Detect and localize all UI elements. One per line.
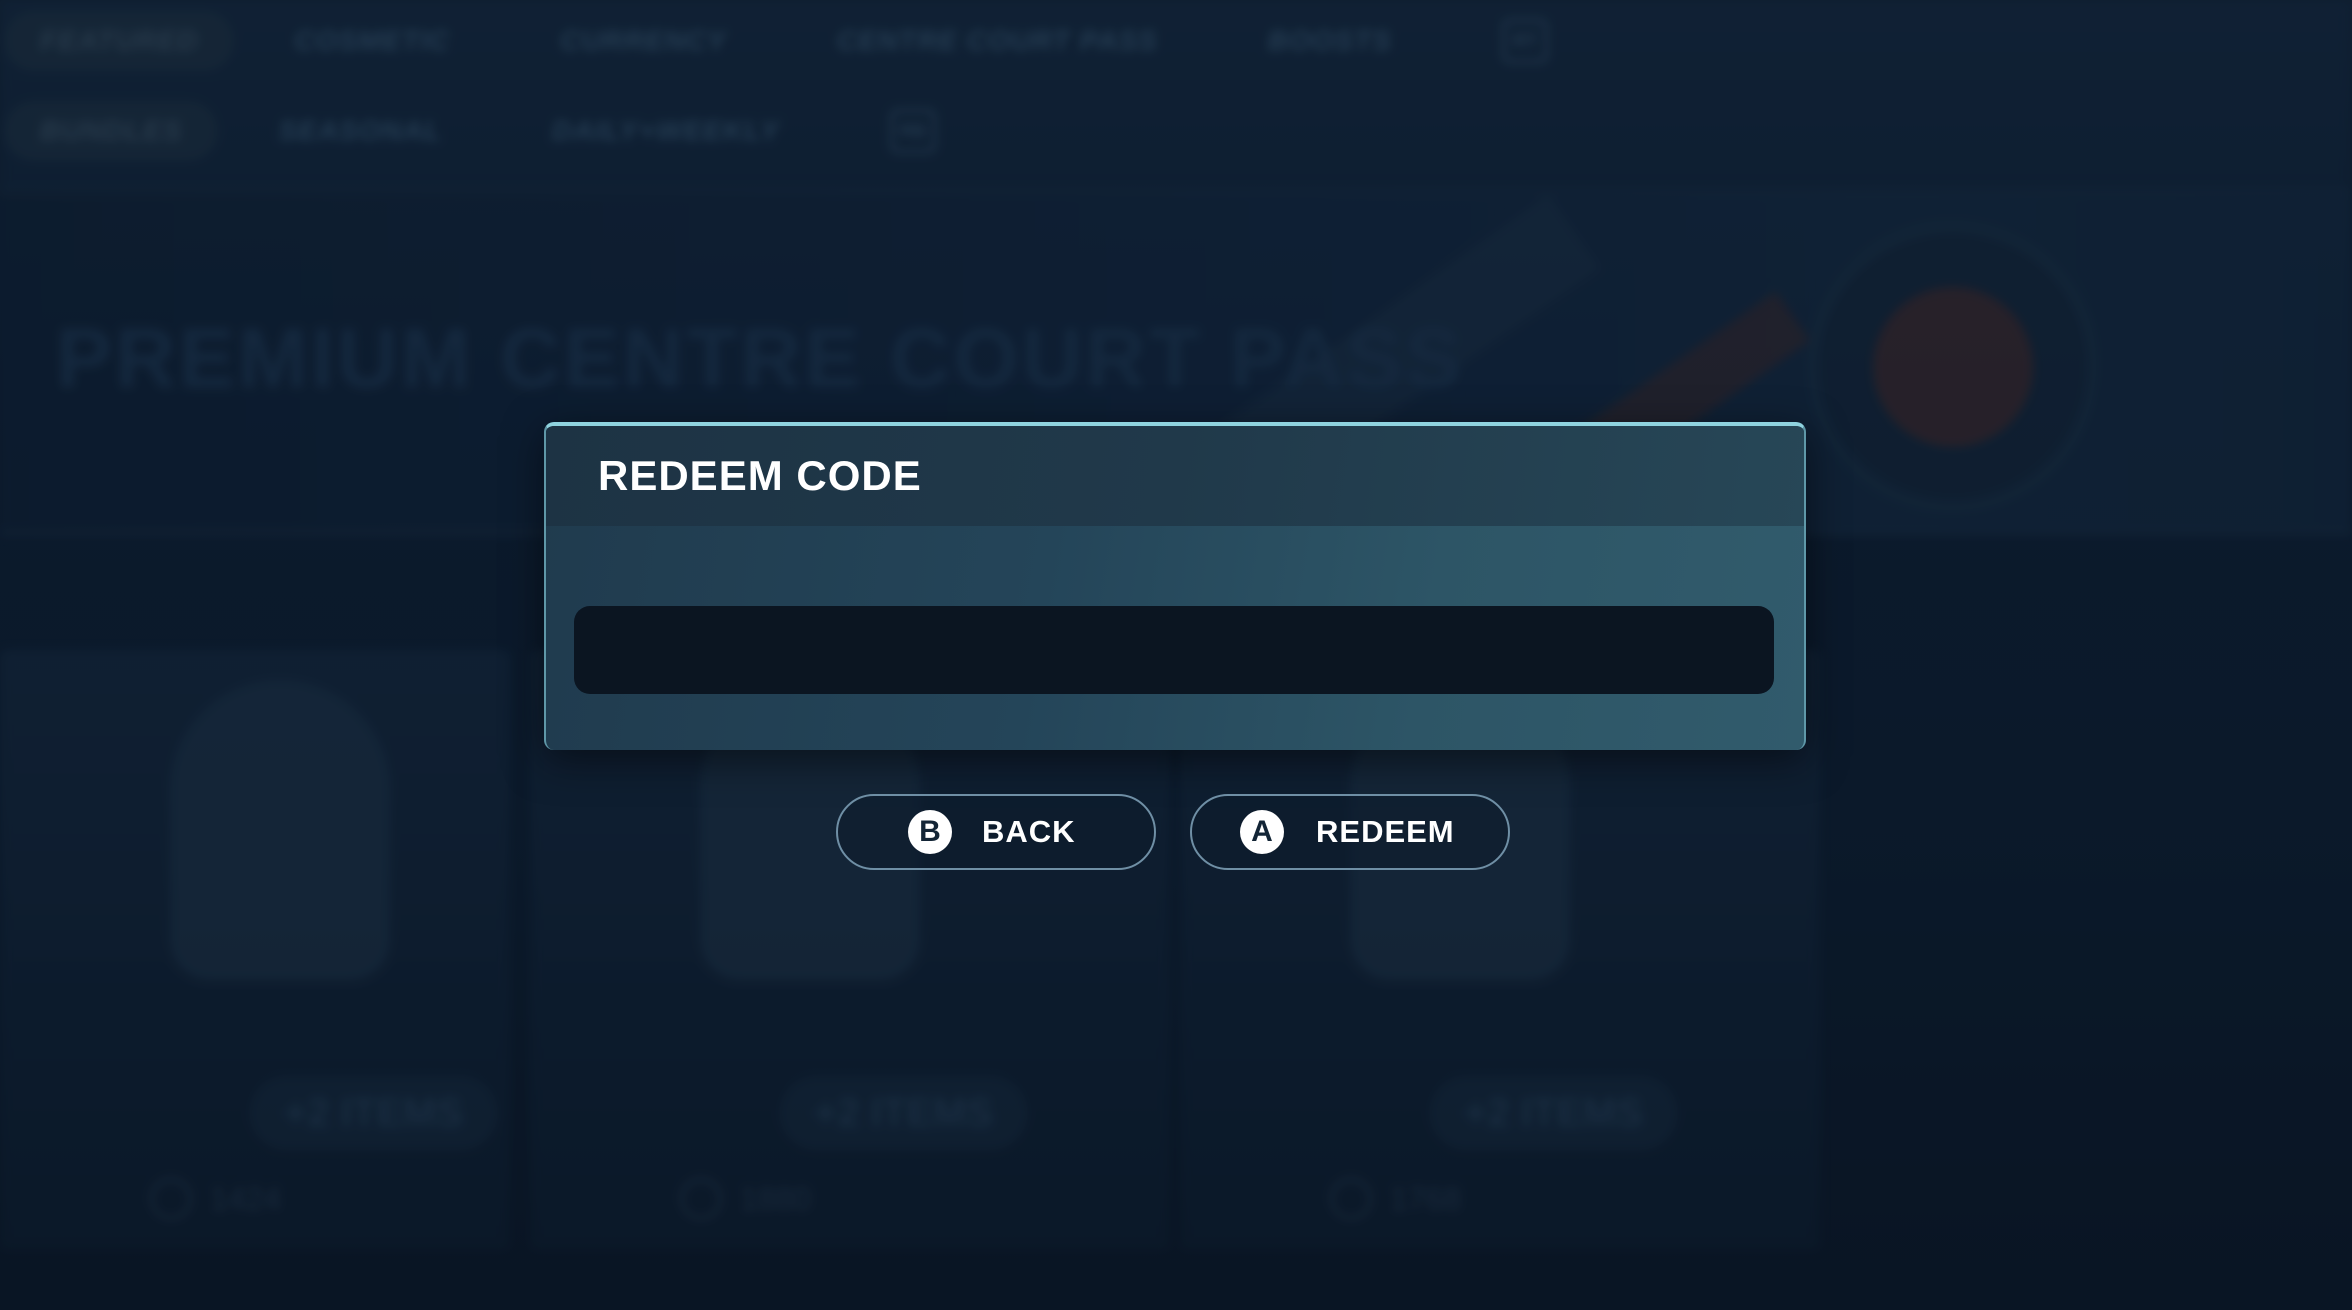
back-button-label: BACK [982,814,1076,849]
redeem-code-dialog: REDEEM CODE [544,422,1806,750]
b-button-icon: B [908,810,952,854]
redeem-code-input[interactable] [574,606,1774,694]
a-button-icon: A [1240,810,1284,854]
back-button[interactable]: B BACK [836,794,1156,870]
store-screen: FEATURED COSMETIC CURRENCY CENTRE COURT … [0,0,2352,1310]
redeem-button-label: REDEEM [1316,814,1455,849]
dialog-title: REDEEM CODE [598,452,922,499]
redeem-button[interactable]: A REDEEM [1190,794,1510,870]
dialog-header: REDEEM CODE [546,426,1804,526]
